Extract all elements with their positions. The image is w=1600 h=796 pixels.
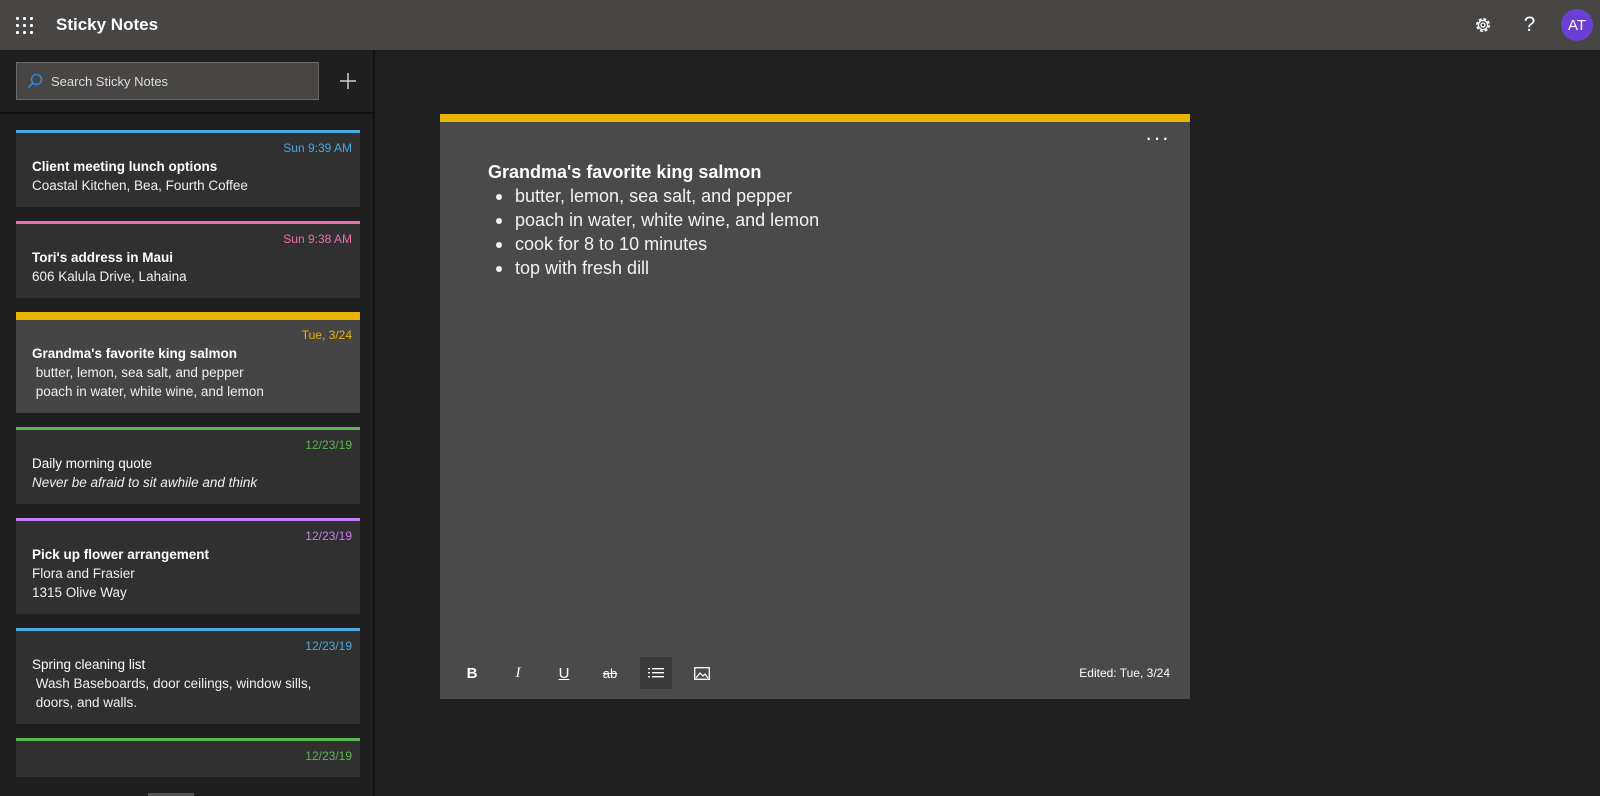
bullet-list-icon xyxy=(648,668,664,678)
note-list: Sun 9:39 AM Client meeting lunch options C… xyxy=(0,114,373,777)
note-preview-line: Never be afraid to sit awhile and think xyxy=(32,475,258,490)
more-options-button[interactable]: ··· xyxy=(1145,127,1170,149)
note-card[interactable]: 12/23/19 xyxy=(16,738,360,777)
search-input[interactable] xyxy=(51,73,291,89)
note-title: Grandma's favorite king salmon xyxy=(488,162,762,182)
list-item: cook for 8 to 10 minutes xyxy=(488,232,1150,256)
note-date: Sun 9:39 AM xyxy=(283,141,352,155)
list-item: butter, lemon, sea salt, and pepper xyxy=(488,184,1150,208)
note-preview-line: poach in water, white wine, and lemon xyxy=(32,384,264,399)
avatar[interactable]: AT xyxy=(1561,9,1593,41)
image-icon xyxy=(694,666,710,680)
note-date: Tue, 3/24 xyxy=(301,328,352,342)
note-preview-line: Coastal Kitchen, Bea, Fourth Coffee xyxy=(32,178,248,193)
note-preview-line: 606 Kalula Drive, Lahaina xyxy=(32,269,187,284)
note-content[interactable]: Grandma's favorite king salmon butter, l… xyxy=(488,160,1150,280)
format-toolbar: B I U ab xyxy=(456,657,732,689)
title-bar: Sticky Notes ? AT xyxy=(0,0,1600,50)
note-card[interactable]: 12/23/19 Spring cleaning list Wash Basebo… xyxy=(16,628,360,724)
app-title: Sticky Notes xyxy=(56,15,159,34)
note-preview-line: doors, and walls. xyxy=(32,695,138,710)
note-date: Sun 9:38 AM xyxy=(283,232,352,246)
note-title: Pick up flower arrangement xyxy=(32,547,210,562)
note-date: 12/23/19 xyxy=(305,749,352,763)
note-title: Tori's address in Maui xyxy=(32,250,173,265)
note-preview-line: butter, lemon, sea salt, and pepper xyxy=(32,365,244,380)
italic-button[interactable]: I xyxy=(502,657,534,689)
bold-button[interactable]: B xyxy=(456,657,488,689)
note-card[interactable]: Sun 9:39 AM Client meeting lunch options C… xyxy=(16,130,360,207)
edited-timestamp: Edited: Tue, 3/24 xyxy=(1079,666,1170,680)
add-note-button[interactable] xyxy=(323,62,373,100)
settings-button[interactable] xyxy=(1459,0,1506,50)
help-button[interactable]: ? xyxy=(1506,0,1553,50)
note-preview-line: 1315 Olive Way xyxy=(32,585,127,600)
gear-icon xyxy=(1475,18,1490,32)
help-icon: ? xyxy=(1523,13,1536,36)
note-title: Client meeting lunch options xyxy=(32,159,218,174)
note-card[interactable]: Tue, 3/24 Grandma's favorite king salmon … xyxy=(16,312,360,413)
underline-button[interactable]: U xyxy=(548,657,580,689)
note-preview-line: Flora and Frasier xyxy=(32,566,135,581)
list-item: poach in water, white wine, and lemon xyxy=(488,208,1150,232)
note-title: Daily morning quote xyxy=(32,456,153,471)
note-editor[interactable]: ··· Grandma's favorite king salmon butte… xyxy=(440,114,1190,699)
note-date: 12/23/19 xyxy=(305,529,352,543)
insert-image-button[interactable] xyxy=(686,657,718,689)
note-card[interactable]: 12/23/19 Daily morning quote Never be afra… xyxy=(16,427,360,504)
note-title: Grandma's favorite king salmon xyxy=(32,346,238,361)
sidebar-header xyxy=(0,50,373,114)
note-date: 12/23/19 xyxy=(305,438,352,452)
notes-sidebar: Sun 9:39 AM Client meeting lunch options C… xyxy=(0,50,375,796)
app-launcher-button[interactable] xyxy=(0,0,48,50)
bullet-list-button[interactable] xyxy=(640,657,672,689)
strikethrough-button[interactable]: ab xyxy=(594,657,626,689)
note-card[interactable]: Sun 9:38 AM Tori's address in Maui 606 Kal… xyxy=(16,221,360,298)
plus-icon xyxy=(340,73,356,89)
list-item: top with fresh dill xyxy=(488,256,1150,280)
note-preview-line: Wash Baseboards, door ceilings, window s… xyxy=(32,676,312,691)
search-icon xyxy=(27,73,43,89)
search-box[interactable] xyxy=(16,62,319,100)
note-card[interactable]: 12/23/19 Pick up flower arrangement Flora … xyxy=(16,518,360,614)
waffle-icon xyxy=(15,16,33,34)
note-title: Spring cleaning list xyxy=(32,657,146,672)
bullet-list: butter, lemon, sea salt, and pepper poac… xyxy=(488,184,1150,280)
note-date: 12/23/19 xyxy=(305,639,352,653)
